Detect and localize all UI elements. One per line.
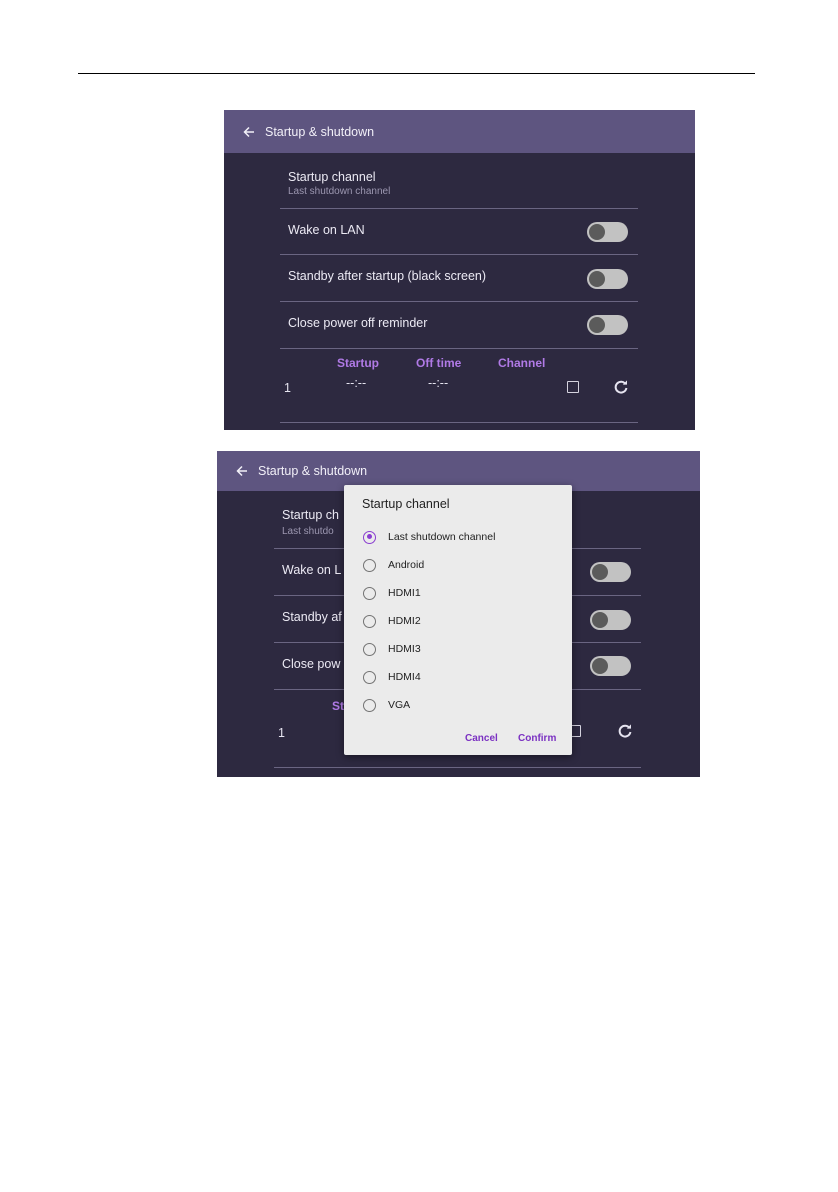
toggle-knob [589, 317, 605, 333]
option-vga[interactable]: VGA [363, 696, 410, 714]
toggle-knob [592, 658, 608, 674]
option-label: HDMI4 [388, 671, 421, 683]
close-power-off-reminder-toggle[interactable] [587, 315, 628, 335]
cancel-button[interactable]: Cancel [465, 733, 498, 744]
dialog-title: Startup channel [362, 497, 450, 511]
arrow-left-icon[interactable] [236, 465, 248, 477]
startup-shutdown-screen: Startup & shutdown Startup channel Last … [224, 110, 695, 430]
standby-after-startup-label: Standby af [282, 610, 342, 624]
radio[interactable] [363, 698, 376, 712]
option-hdmi3[interactable]: HDMI3 [363, 640, 421, 658]
schedule-row-index: 1 [278, 726, 285, 740]
startup-shutdown-screen-dialog: Startup & shutdown Startup ch Last shutd… [217, 451, 700, 777]
toggle-knob [589, 224, 605, 240]
schedule-off-time[interactable]: --:-- [428, 376, 448, 390]
option-label: VGA [388, 699, 411, 711]
close-power-off-reminder-toggle[interactable] [590, 656, 631, 676]
schedule-header-startup: St [332, 699, 344, 713]
schedule-header-startup: Startup [337, 356, 379, 370]
close-power-off-reminder-label: Close pow [282, 657, 341, 671]
divider [280, 422, 638, 423]
wake-on-lan-label: Wake on L [282, 563, 342, 577]
standby-after-startup-toggle[interactable] [590, 610, 631, 630]
option-label: HDMI2 [388, 615, 421, 627]
schedule-enable-checkbox[interactable] [567, 381, 579, 393]
toggle-knob [589, 271, 605, 287]
option-hdmi2[interactable]: HDMI2 [363, 612, 421, 630]
arrow-left-icon[interactable] [243, 126, 255, 138]
wake-on-lan-toggle[interactable] [590, 562, 631, 582]
option-last-shutdown-channel[interactable]: Last shutdown channel [363, 528, 495, 546]
startup-channel-label: Startup ch [282, 508, 339, 522]
toggle-knob [592, 612, 608, 628]
page-header-rule [78, 73, 755, 74]
option-hdmi1[interactable]: HDMI1 [363, 584, 421, 602]
schedule-header-off-time: Off time [416, 356, 462, 370]
app-bar: Startup & shutdown [224, 110, 695, 153]
wake-on-lan-label: Wake on LAN [288, 223, 365, 237]
wake-on-lan-row: Wake on LAN [280, 209, 638, 255]
radio[interactable] [363, 614, 376, 628]
option-label: Android [388, 559, 425, 571]
option-label: Last shutdown channel [388, 531, 496, 543]
standby-after-startup-toggle[interactable] [587, 269, 628, 289]
divider [274, 767, 641, 768]
page-title: Startup & shutdown [265, 124, 375, 139]
radio[interactable] [363, 558, 376, 572]
radio[interactable] [363, 642, 376, 656]
schedule-startup-time[interactable]: --:-- [346, 376, 366, 390]
startup-channel-dialog: Startup channel Last shutdown channel An… [344, 485, 572, 755]
startup-channel-row[interactable]: Startup channel Last shutdown channel [280, 153, 638, 209]
option-label: HDMI3 [388, 643, 421, 655]
startup-channel-label: Startup channel [288, 170, 376, 184]
standby-after-startup-label: Standby after startup (black screen) [288, 269, 487, 283]
toggle-knob [592, 564, 608, 580]
close-power-off-reminder-row: Close power off reminder [280, 302, 638, 349]
option-android[interactable]: Android [363, 556, 424, 574]
standby-after-startup-row: Standby after startup (black screen) [280, 255, 638, 302]
schedule-row-index: 1 [284, 381, 291, 395]
schedule-header-channel: Channel [498, 356, 546, 370]
option-label: HDMI1 [388, 587, 421, 599]
startup-channel-value: Last shutdown channel [288, 186, 391, 197]
radio-selected[interactable] [363, 530, 376, 544]
page-title: Startup & shutdown [258, 464, 368, 478]
option-hdmi4[interactable]: HDMI4 [363, 668, 421, 686]
startup-channel-value: Last shutdo [282, 526, 334, 537]
radio[interactable] [363, 586, 376, 600]
refresh-icon[interactable] [613, 379, 629, 395]
refresh-icon[interactable] [617, 723, 633, 739]
wake-on-lan-toggle[interactable] [587, 222, 628, 242]
radio[interactable] [363, 670, 376, 684]
close-power-off-reminder-label: Close power off reminder [288, 316, 428, 330]
confirm-button[interactable]: Confirm [518, 733, 556, 744]
